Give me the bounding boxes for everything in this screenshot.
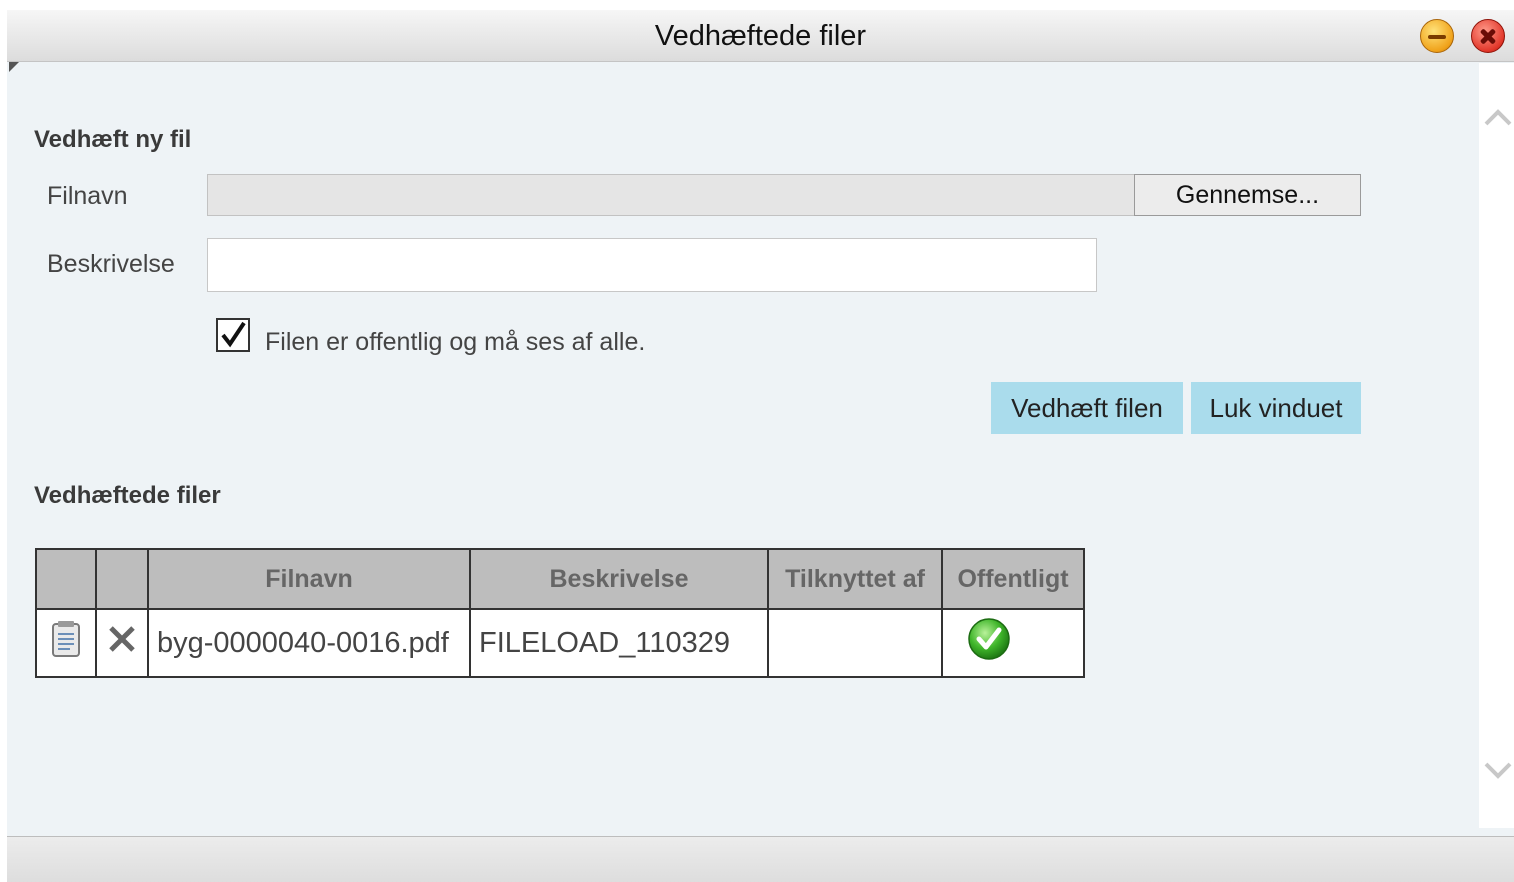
browse-button[interactable]: Gennemse...: [1134, 174, 1361, 216]
attached-files-table: Filnavn Beskrivelse Tilknyttet af Offent…: [35, 548, 1085, 678]
minimize-icon[interactable]: [1420, 19, 1454, 53]
green-check-icon: [968, 618, 1010, 660]
attached-files-heading: Vedhæftede filer: [34, 482, 221, 509]
column-header-view: [35, 548, 97, 610]
filename-label: Filnavn: [47, 182, 128, 210]
filename-input[interactable]: [207, 174, 1135, 216]
delete-cell[interactable]: [95, 608, 149, 678]
close-window-button[interactable]: Luk vinduet: [1191, 382, 1361, 434]
window-title: Vedhæftede filer: [654, 20, 867, 52]
status-bar: [7, 836, 1514, 882]
resize-corner-icon: [9, 62, 19, 72]
document-icon[interactable]: [50, 619, 82, 659]
attached-by-cell: [767, 608, 943, 678]
description-label: Beskrivelse: [47, 250, 175, 278]
attach-file-button[interactable]: Vedhæft filen: [991, 382, 1183, 434]
attachments-dialog: Vedhæftede filer Vedhæft ny fil Filnavn …: [7, 10, 1514, 882]
public-checkbox-label: Filen er offentlig og må ses af alle.: [265, 328, 646, 356]
column-header-attached-by: Tilknyttet af: [767, 548, 943, 610]
close-window-icon[interactable]: [1471, 19, 1505, 53]
column-header-description: Beskrivelse: [469, 548, 769, 610]
attach-section-heading: Vedhæft ny fil: [34, 126, 192, 153]
description-cell: FILELOAD_110329: [469, 608, 769, 678]
table-row: byg-0000040-0016.pdf FILELOAD_110329: [35, 608, 1085, 678]
title-bar: Vedhæftede filer: [7, 10, 1514, 62]
table-header-row: Filnavn Beskrivelse Tilknyttet af Offent…: [35, 548, 1085, 610]
column-header-public: Offentligt: [941, 548, 1085, 610]
public-checkbox[interactable]: [216, 318, 250, 352]
column-header-delete: [95, 548, 149, 610]
column-header-filename: Filnavn: [147, 548, 471, 610]
scroll-up-icon[interactable]: [1483, 102, 1513, 132]
delete-x-icon[interactable]: [107, 624, 137, 654]
checkmark-icon: [221, 321, 246, 348]
description-text: FILELOAD_110329: [479, 626, 730, 659]
description-input[interactable]: [207, 238, 1097, 292]
public-cell: [941, 608, 1085, 678]
filename-text[interactable]: byg-0000040-0016.pdf: [149, 627, 469, 660]
scroll-down-icon[interactable]: [1483, 756, 1513, 786]
filename-cell[interactable]: byg-0000040-0016.pdf: [147, 608, 471, 678]
view-cell[interactable]: [35, 608, 97, 678]
scrollbar[interactable]: [1479, 63, 1514, 828]
